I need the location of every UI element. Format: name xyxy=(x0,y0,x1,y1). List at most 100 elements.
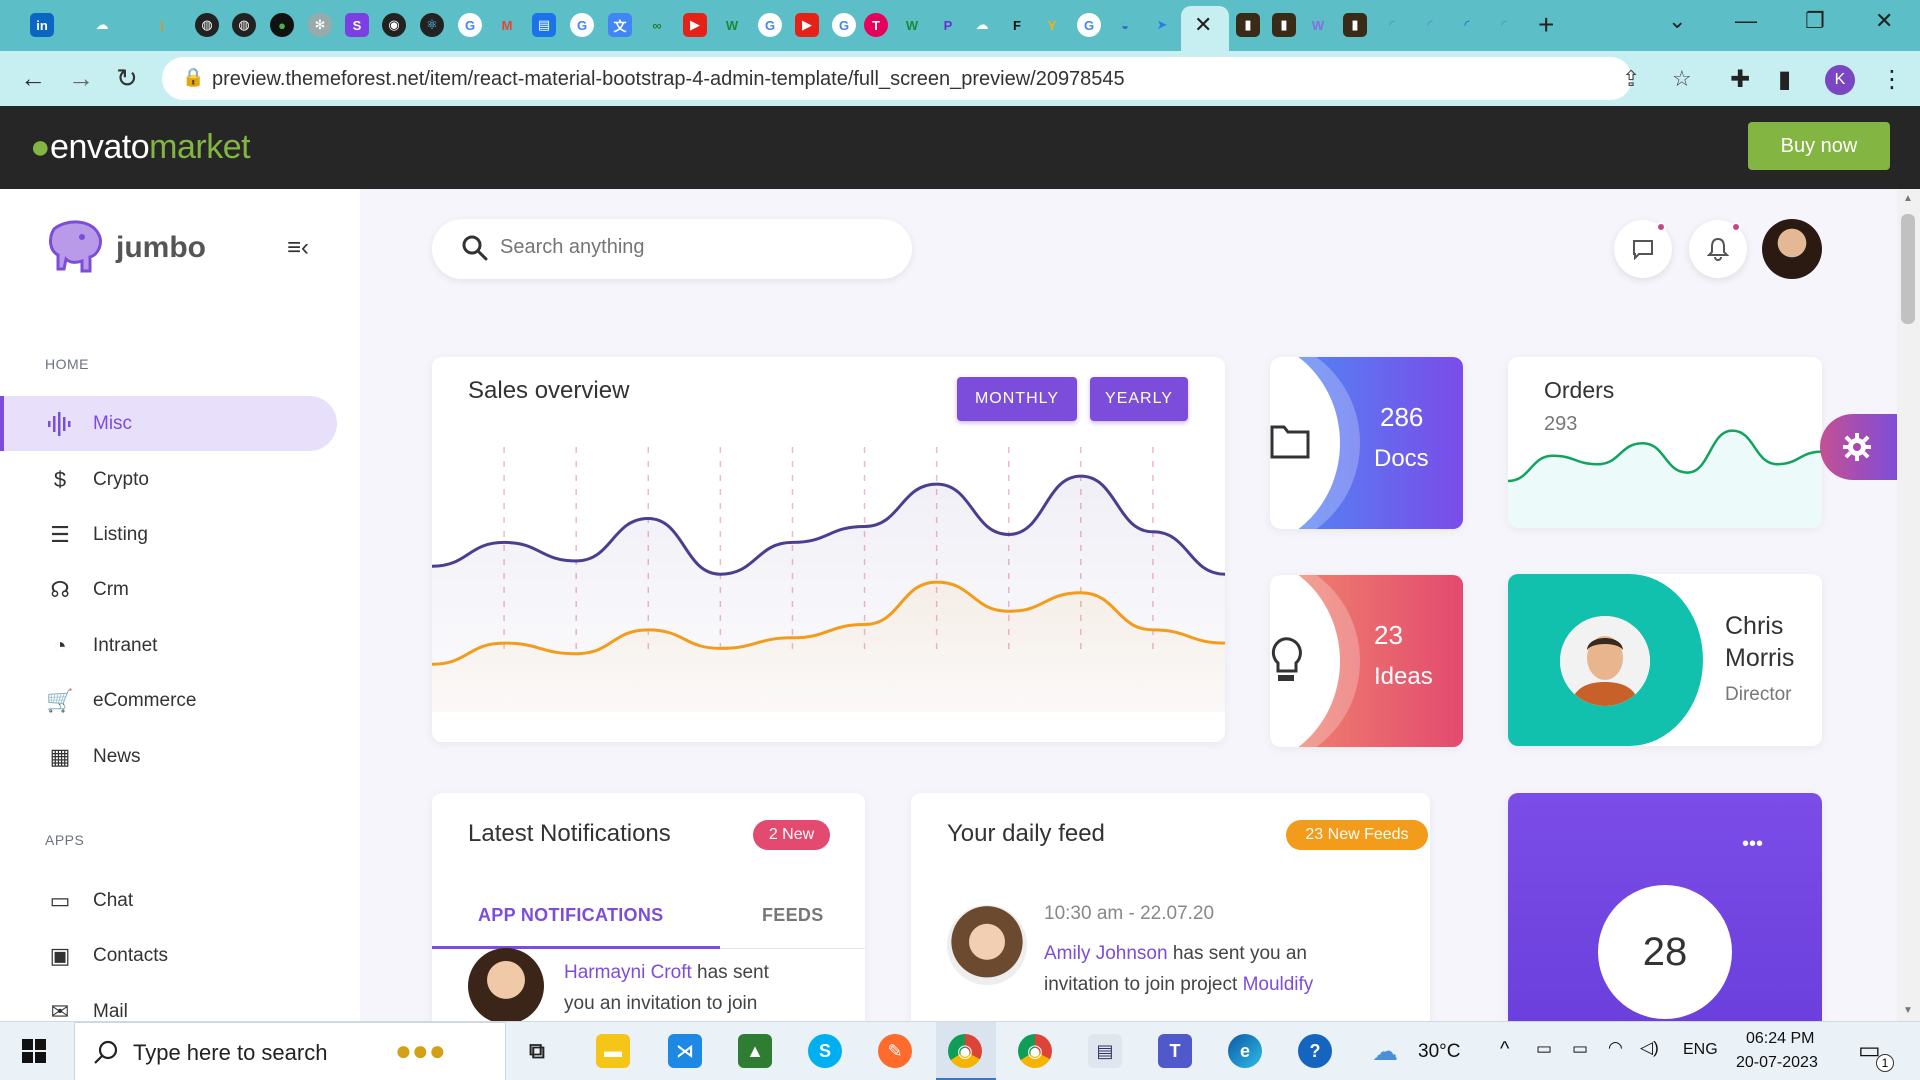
vscode-icon[interactable]: ⋊ xyxy=(668,1034,702,1068)
tab-app-notifications[interactable]: APP NOTIFICATIONS xyxy=(478,905,663,926)
loading-tab-icon[interactable]: ◜ xyxy=(1455,13,1479,37)
browser-menu-icon[interactable]: ⋮ xyxy=(1880,65,1904,94)
sidebar-item-intranet[interactable]: ◔ Intranet xyxy=(0,618,337,673)
sidebar-item-news[interactable]: ▦ News xyxy=(0,729,337,784)
profile-avatar[interactable]: K xyxy=(1825,65,1855,95)
loading-tab-icon[interactable]: ◜ xyxy=(1418,13,1442,37)
feed-project-link[interactable]: Mouldify xyxy=(1243,974,1314,995)
notifications-button[interactable] xyxy=(1689,220,1747,278)
tab-icon[interactable]: ▮ xyxy=(1272,13,1296,37)
docs-stat-card[interactable]: 286 Docs xyxy=(1270,357,1463,529)
skype-icon[interactable]: S xyxy=(808,1034,842,1068)
side-panel-icon[interactable]: ▮ xyxy=(1778,65,1791,94)
send-tab-icon[interactable]: ➤ xyxy=(1150,13,1174,37)
search-box[interactable] xyxy=(432,219,912,279)
tab-icon[interactable]: ▤ xyxy=(532,13,556,37)
help-icon[interactable]: ? xyxy=(1298,1034,1332,1068)
taskbar-search[interactable]: Type here to search ●●● xyxy=(74,1022,506,1080)
app-icon[interactable]: ▤ xyxy=(1088,1034,1122,1068)
ideas-stat-card[interactable]: 23 Ideas xyxy=(1270,575,1463,747)
restore-button[interactable]: ❐ xyxy=(1805,8,1825,34)
youtube-tab-icon[interactable]: ▶ xyxy=(683,13,707,37)
tab-icon[interactable]: ◒ xyxy=(1113,13,1137,37)
sidebar-item-listing[interactable]: ☰ Listing xyxy=(0,507,337,562)
theme-settings-button[interactable] xyxy=(1820,414,1900,480)
edge-icon[interactable]: e xyxy=(1228,1034,1262,1068)
tab-icon[interactable]: ☁ xyxy=(90,13,114,37)
tab-icon[interactable]: S xyxy=(345,13,369,37)
app-icon[interactable]: ▲ xyxy=(738,1034,772,1068)
globe-tab-icon[interactable]: ◍ xyxy=(232,13,256,37)
tab-icon[interactable]: ∞ xyxy=(645,13,669,37)
tab-search-icon[interactable]: ⌄ xyxy=(1668,8,1686,34)
wifi-icon[interactable]: ◠ xyxy=(1608,1038,1623,1058)
github-tab-icon[interactable]: ◉ xyxy=(382,13,406,37)
language-indicator[interactable]: ENG xyxy=(1683,1041,1718,1059)
forward-icon[interactable]: → xyxy=(68,63,94,94)
windows-start-icon[interactable] xyxy=(22,1039,46,1068)
loading-tab-icon[interactable]: ◜ xyxy=(1380,13,1404,37)
extensions-icon[interactable]: ✚ xyxy=(1730,65,1750,94)
tab-icon[interactable]: P xyxy=(936,13,960,37)
file-explorer-icon[interactable]: ▬ xyxy=(596,1034,630,1068)
google-tab-icon[interactable]: G xyxy=(570,13,594,37)
sidebar-item-misc[interactable]: Misc xyxy=(0,396,337,451)
chatgpt-tab-icon[interactable]: ✻ xyxy=(308,13,332,37)
tab-icon[interactable]: Y xyxy=(1040,13,1064,37)
share-icon[interactable]: ⇪ xyxy=(1622,66,1640,92)
search-input[interactable] xyxy=(500,236,880,259)
scroll-up-icon[interactable]: ▲ xyxy=(1903,193,1913,204)
globe-tab-icon[interactable]: ◍ xyxy=(195,13,219,37)
clock-time[interactable]: 06:24 PM xyxy=(1746,1030,1814,1048)
tab-icon[interactable]: F xyxy=(1005,13,1029,37)
reload-icon[interactable]: ↻ xyxy=(116,63,138,94)
tab-icon[interactable]: W xyxy=(900,13,924,37)
translate-tab-icon[interactable]: 文 xyxy=(608,13,632,37)
address-bar[interactable]: 🔒 preview.themeforest.net/item/react-mat… xyxy=(162,57,1692,100)
brand[interactable]: jumbo xyxy=(46,219,206,280)
sidebar-item-ecommerce[interactable]: 🛒 eCommerce xyxy=(0,673,337,728)
messages-button[interactable] xyxy=(1614,220,1672,278)
orders-card[interactable]: Orders 293 xyxy=(1508,357,1822,528)
google-tab-icon[interactable]: G xyxy=(1077,13,1101,37)
scroll-thumb[interactable] xyxy=(1901,214,1915,324)
sidebar-item-crypto[interactable]: $ Crypto xyxy=(0,452,337,507)
minimize-button[interactable]: — xyxy=(1735,8,1757,34)
clock-date[interactable]: 20-07-2023 xyxy=(1736,1054,1818,1072)
tab-icon[interactable]: ● xyxy=(270,13,294,37)
tab-icon[interactable]: ▮ xyxy=(1343,13,1367,37)
feed-name-link[interactable]: Amily Johnson xyxy=(1044,943,1168,964)
volume-icon[interactable]: ◁) xyxy=(1640,1038,1659,1058)
gmail-tab-icon[interactable]: M xyxy=(495,13,519,37)
chrome-icon[interactable]: ◉ xyxy=(1018,1034,1052,1068)
weather-temp[interactable]: 30°C xyxy=(1418,1041,1460,1063)
meet-icon[interactable]: ▭ xyxy=(1536,1039,1552,1059)
youtube-tab-icon[interactable]: ▶ xyxy=(795,13,819,37)
back-icon[interactable]: ← xyxy=(20,63,46,94)
buy-now-button[interactable]: Buy now xyxy=(1748,122,1890,170)
page-scrollbar[interactable]: ▲ ▼ xyxy=(1897,189,1920,1021)
bookmark-star-icon[interactable]: ☆ xyxy=(1672,66,1692,92)
teams-icon[interactable]: T xyxy=(1158,1034,1192,1068)
tab-icon[interactable]: | xyxy=(150,13,174,37)
google-tab-icon[interactable]: G xyxy=(758,13,782,37)
tab-icon[interactable]: W xyxy=(720,13,744,37)
tab-icon[interactable]: W xyxy=(1306,13,1330,37)
new-tab-button[interactable]: + xyxy=(1538,9,1554,41)
react-tab-icon[interactable]: ⚛ xyxy=(420,13,444,37)
google-tab-icon[interactable]: G xyxy=(832,13,856,37)
tab-icon[interactable]: ☁ xyxy=(970,13,994,37)
linkedin-tab-icon[interactable]: in xyxy=(30,13,54,37)
chrome-icon[interactable]: ◉ xyxy=(948,1034,982,1068)
tray-expand-icon[interactable]: ^ xyxy=(1500,1038,1509,1061)
close-window-button[interactable]: ✕ xyxy=(1875,8,1893,34)
tab-feeds[interactable]: FEEDS xyxy=(762,905,824,926)
close-tab-icon[interactable]: ✕ xyxy=(1194,12,1212,38)
url-text[interactable]: preview.themeforest.net/item/react-mater… xyxy=(212,68,1125,91)
sidebar-item-chat[interactable]: ▭ Chat xyxy=(0,873,337,928)
scroll-down-icon[interactable]: ▼ xyxy=(1903,1005,1913,1016)
more-options-icon[interactable]: ••• xyxy=(1742,833,1763,856)
loading-tab-icon[interactable]: ◜ xyxy=(1492,13,1516,37)
sidebar-item-mail[interactable]: ✉ Mail xyxy=(0,984,337,1022)
task-view-icon[interactable]: ⧉ xyxy=(520,1034,554,1068)
